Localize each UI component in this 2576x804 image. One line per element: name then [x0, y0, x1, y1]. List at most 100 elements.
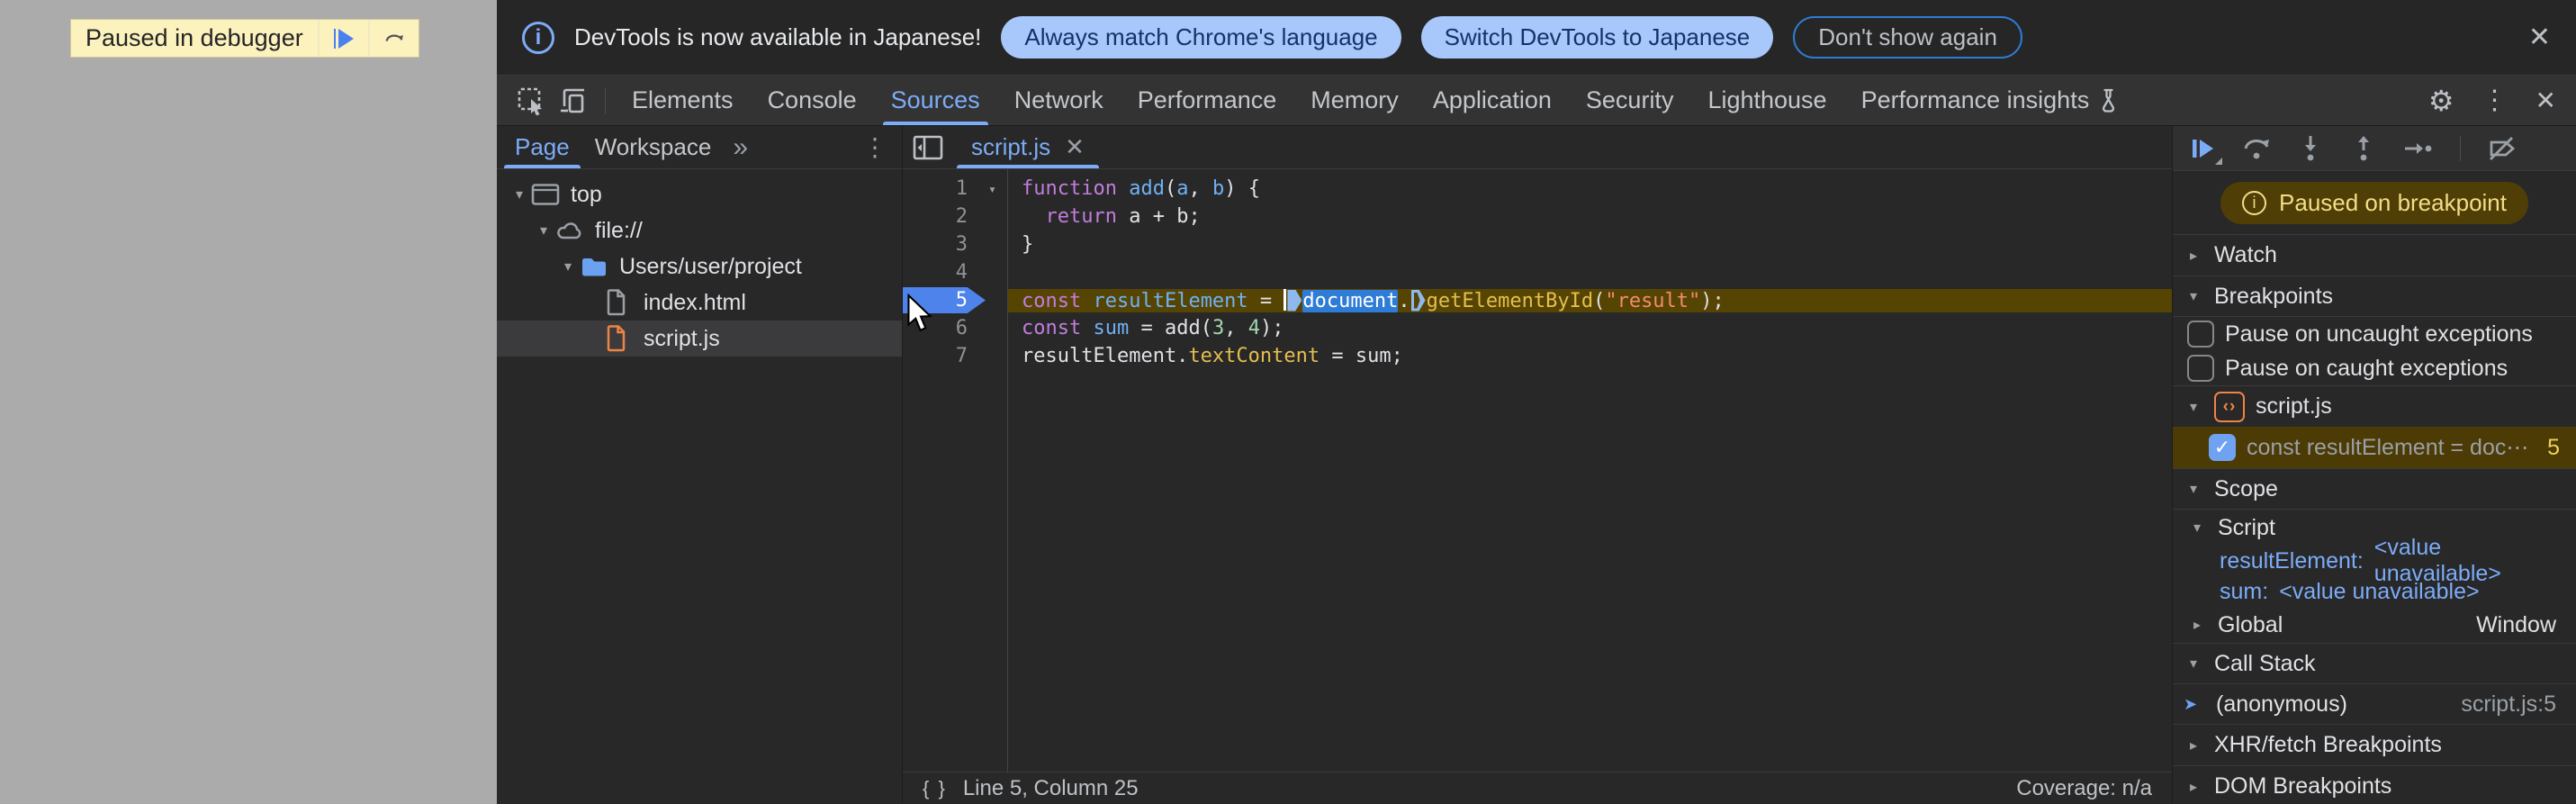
- inspect-element-button[interactable]: [509, 76, 553, 125]
- gutter[interactable]: 4: [903, 258, 1007, 286]
- tab-sources[interactable]: Sources: [874, 76, 997, 125]
- devtools-close-icon[interactable]: ✕: [2535, 86, 2556, 115]
- navigator-menu-icon[interactable]: ⋮: [848, 126, 902, 168]
- scope-var-name: sum:: [2220, 578, 2269, 604]
- section-scope[interactable]: ▾ Scope: [2173, 468, 2576, 510]
- pause-uncaught-row[interactable]: Pause on uncaught exceptions: [2173, 317, 2576, 351]
- scope-var-resultElement[interactable]: resultElement: <value unavailable>: [2173, 535, 2576, 586]
- code-line-content[interactable]: function add(a, b) {: [1007, 177, 2172, 200]
- breakpoint-checkbox[interactable]: ✓: [2209, 434, 2236, 461]
- code-line-content[interactable]: const resultElement = document. getElemen…: [1007, 288, 2172, 312]
- tab-label: Security: [1585, 86, 1674, 113]
- token-pl: );: [1259, 317, 1284, 339]
- tab-workspace[interactable]: Workspace: [582, 126, 725, 168]
- tree-item-index-html[interactable]: index.html: [497, 285, 902, 321]
- step-over-button[interactable]: [367, 20, 419, 57]
- chevron-down-icon[interactable]: ▾: [508, 185, 531, 203]
- section-watch[interactable]: ▸ Watch: [2173, 234, 2576, 276]
- gutter[interactable]: 7: [903, 342, 1007, 370]
- editor-tab-close-icon[interactable]: ✕: [1065, 133, 1085, 161]
- code-line-4[interactable]: 4: [903, 258, 2172, 286]
- pause-caught-checkbox[interactable]: [2187, 355, 2214, 382]
- coverage-label[interactable]: Coverage: n/a: [2016, 776, 2152, 801]
- deactivate-breakpoints-button[interactable]: [2487, 134, 2517, 163]
- gutter[interactable]: 3: [903, 230, 1007, 258]
- tab-page-label: Page: [515, 133, 570, 160]
- code-editor[interactable]: 1 ▾ function add(a, b) {2 return a + b; 3} 4…: [903, 169, 2172, 772]
- tree-icon-holder: [531, 183, 563, 206]
- pause-uncaught-label: Pause on uncaught exceptions: [2225, 321, 2533, 347]
- chevron-down-icon[interactable]: ▾: [556, 257, 580, 276]
- pretty-print-icon[interactable]: { }: [923, 777, 947, 800]
- breakpoint-entry-row[interactable]: ✓ const resultElement = doc⋯ 5: [2173, 427, 2576, 468]
- pause-uncaught-checkbox[interactable]: [2187, 321, 2214, 348]
- step-icon: [2405, 142, 2432, 154]
- token-kw: return: [1045, 205, 1117, 228]
- settings-gear-icon[interactable]: ⚙: [2428, 84, 2454, 118]
- resume-button[interactable]: [2189, 135, 2222, 165]
- step-out-button[interactable]: [2350, 134, 2377, 163]
- resume-icon: [2193, 139, 2213, 158]
- tab-page[interactable]: Page: [502, 126, 582, 168]
- editor-tab-scriptjs[interactable]: script.js ✕: [953, 126, 1103, 168]
- resume-script-button[interactable]: [317, 20, 368, 57]
- device-toolbar-button[interactable]: [553, 76, 596, 125]
- pause-caught-row[interactable]: Pause on caught exceptions: [2173, 351, 2576, 385]
- tab-application[interactable]: Application: [1416, 76, 1569, 125]
- more-tabs-icon[interactable]: »: [724, 126, 757, 168]
- scope-variables: resultElement: <value unavailable> sum: <va…: [2173, 535, 2576, 607]
- code-line-6[interactable]: 6 const sum = add(3, 4);: [903, 314, 2172, 342]
- code-line-2[interactable]: 2 return a + b;: [903, 203, 2172, 230]
- tree-item-script-js[interactable]: script.js: [497, 321, 902, 357]
- panel-tabs: Elements Console Sources Network Performance…: [615, 76, 2139, 125]
- inline-breakpoint-marker-icon[interactable]: [1410, 289, 1426, 312]
- breakpoint-group-scriptjs[interactable]: ▾ ‹› script.js: [2173, 385, 2576, 427]
- step-over-button[interactable]: [2242, 134, 2271, 163]
- gutter[interactable]: 1 ▾: [903, 175, 1007, 203]
- tree-item-file-[interactable]: ▾ file://: [497, 212, 902, 248]
- tab-elements[interactable]: Elements: [615, 76, 751, 125]
- section-breakpoints[interactable]: ▾ Breakpoints: [2173, 276, 2576, 317]
- tab-performance[interactable]: Performance: [1121, 76, 1294, 125]
- tab-console[interactable]: Console: [751, 76, 874, 125]
- editor-tab-label: script.js: [971, 133, 1051, 160]
- fold-chevron-icon[interactable]: ▾: [988, 181, 996, 197]
- tree-item-users-user-project[interactable]: ▾ Users/user/project: [497, 248, 902, 285]
- code-line-content[interactable]: return a + b;: [1007, 205, 2172, 228]
- always-match-language-button[interactable]: Always match Chrome's language: [1001, 16, 1401, 59]
- chevron-down-icon[interactable]: ▾: [532, 221, 555, 239]
- infobar-close-icon[interactable]: ✕: [2528, 22, 2551, 53]
- step-button[interactable]: [2403, 135, 2434, 162]
- tree-item-label: top: [571, 181, 602, 207]
- more-options-icon[interactable]: ⋮: [2481, 85, 2508, 116]
- step-into-button[interactable]: [2297, 134, 2324, 163]
- hide-navigator-button[interactable]: [903, 126, 953, 168]
- code-line-5[interactable]: 5 const resultElement = document. getEleme…: [903, 286, 2172, 314]
- section-dom-breakpoints[interactable]: ▸ DOM Breakpoints: [2173, 765, 2576, 804]
- scope-global-row[interactable]: ▸ Global Window: [2173, 607, 2576, 643]
- code-line-content[interactable]: resultElement.textContent = sum;: [1007, 345, 2172, 367]
- tab-memory[interactable]: Memory: [1293, 76, 1416, 125]
- call-frame-row[interactable]: ➤ (anonymous) script.js:5: [2173, 684, 2576, 724]
- tab-security[interactable]: Security: [1569, 76, 1691, 125]
- section-call-stack[interactable]: ▾ Call Stack: [2173, 643, 2576, 684]
- tab-lighthouse[interactable]: Lighthouse: [1690, 76, 1843, 125]
- code-line-3[interactable]: 3}: [903, 230, 2172, 258]
- code-line-content[interactable]: }: [1007, 233, 2172, 256]
- dont-show-again-button[interactable]: Don't show again: [1793, 16, 2022, 59]
- code-line-content[interactable]: const sum = add(3, 4);: [1007, 317, 2172, 339]
- code-line-7[interactable]: 7 resultElement.textContent = sum;: [903, 342, 2172, 370]
- resume-dropdown-icon: [2215, 157, 2222, 165]
- tab-performance-insights[interactable]: Performance insights: [1844, 76, 2139, 125]
- tab-network[interactable]: Network: [997, 76, 1121, 125]
- inline-breakpoint-marker-icon[interactable]: [1287, 289, 1302, 312]
- section-xhr-breakpoints[interactable]: ▸ XHR/fetch Breakpoints: [2173, 724, 2576, 765]
- switch-devtools-japanese-button[interactable]: Switch DevTools to Japanese: [1420, 16, 1774, 59]
- paused-message-area: i Paused on breakpoint: [2173, 171, 2576, 234]
- call-stack-label: Call Stack: [2214, 650, 2316, 676]
- code-line-1[interactable]: 1 ▾ function add(a, b) {: [903, 175, 2172, 203]
- tree-item-top[interactable]: ▾ top: [497, 176, 902, 212]
- gutter[interactable]: 2: [903, 203, 1007, 230]
